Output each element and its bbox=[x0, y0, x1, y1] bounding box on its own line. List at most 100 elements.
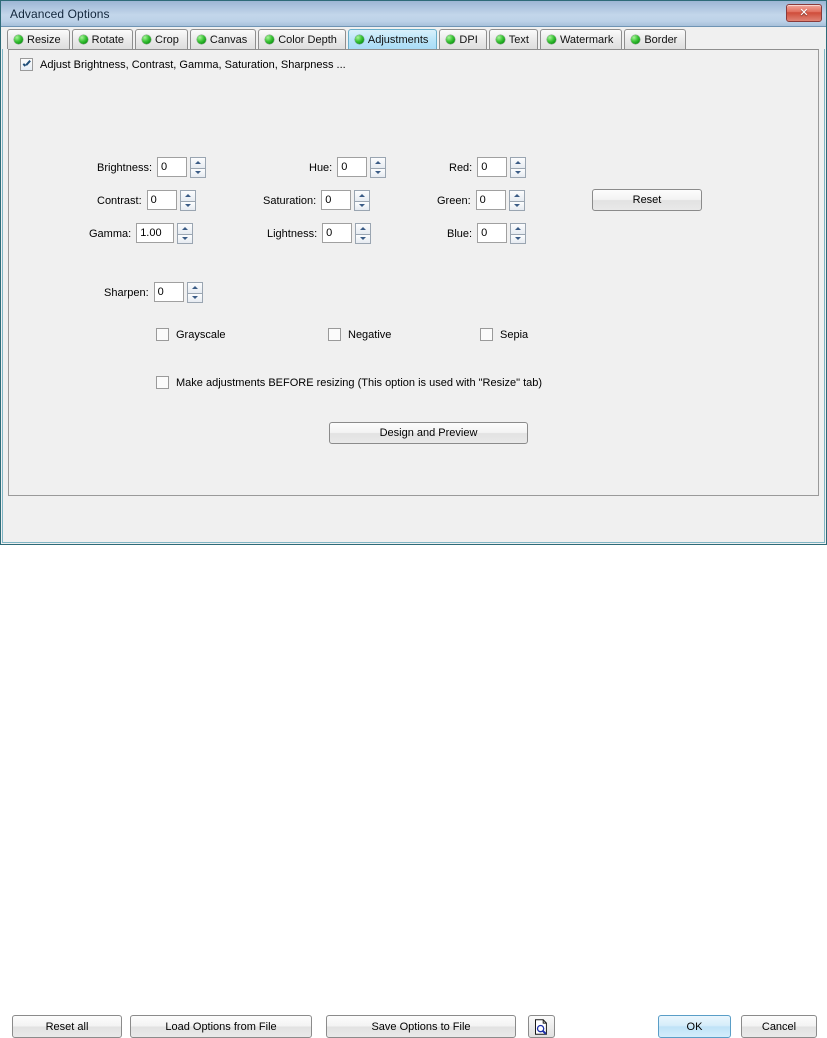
hue-input[interactable] bbox=[337, 157, 368, 177]
red-spin-down[interactable] bbox=[510, 167, 527, 178]
blue-spin-buttons[interactable] bbox=[510, 223, 527, 244]
reset-all-button[interactable]: Reset all bbox=[12, 1015, 122, 1038]
brightness-spin-down[interactable] bbox=[190, 167, 207, 178]
gamma-spin-buttons[interactable] bbox=[177, 223, 194, 244]
green-spin-down[interactable] bbox=[508, 200, 525, 211]
contrast-spin-up[interactable] bbox=[179, 190, 196, 201]
tab-label: Color Depth bbox=[278, 33, 337, 46]
tab-rotate[interactable]: Rotate bbox=[71, 29, 134, 49]
saturation-spin-down[interactable] bbox=[354, 200, 371, 211]
contrast-spin-buttons[interactable] bbox=[179, 190, 196, 211]
tab-watermark[interactable]: Watermark bbox=[539, 29, 623, 49]
red-input[interactable] bbox=[477, 157, 508, 177]
hue-spin-down[interactable] bbox=[370, 167, 387, 178]
field-blue: Blue: bbox=[447, 223, 527, 244]
sepia-label: Sepia bbox=[500, 328, 529, 341]
tab-border[interactable]: Border bbox=[624, 29, 687, 49]
cancel-button[interactable]: Cancel bbox=[741, 1015, 817, 1038]
lightness-spin-up[interactable] bbox=[355, 223, 372, 234]
brightness-spin-buttons[interactable] bbox=[190, 157, 207, 178]
tab-text[interactable]: Text bbox=[488, 29, 538, 49]
saturation-spin-buttons[interactable] bbox=[354, 190, 371, 211]
negative-row[interactable]: Negative bbox=[328, 328, 391, 341]
field-contrast: Contrast: bbox=[97, 190, 196, 211]
field-green-label: Green: bbox=[437, 194, 471, 207]
sharpen-spin-buttons[interactable] bbox=[186, 282, 203, 303]
contrast-input[interactable] bbox=[146, 190, 177, 210]
close-button[interactable]: ✕ bbox=[786, 4, 822, 22]
status-dot-icon bbox=[78, 35, 88, 44]
hue-spinner[interactable] bbox=[337, 157, 387, 178]
blue-spin-up[interactable] bbox=[510, 223, 527, 234]
saturation-spin-up[interactable] bbox=[354, 190, 371, 201]
tab-adjustments[interactable]: Adjustments bbox=[347, 29, 438, 49]
red-spinner[interactable] bbox=[477, 157, 527, 178]
saturation-input[interactable] bbox=[321, 190, 352, 210]
tab-label: Watermark bbox=[559, 33, 614, 46]
sepia-row[interactable]: Sepia bbox=[480, 328, 528, 341]
negative-checkbox[interactable] bbox=[328, 328, 341, 341]
green-spin-buttons[interactable] bbox=[508, 190, 525, 211]
brightness-spinner[interactable] bbox=[157, 157, 207, 178]
gamma-spin-up[interactable] bbox=[177, 223, 194, 234]
green-input[interactable] bbox=[475, 190, 506, 210]
hue-spin-buttons[interactable] bbox=[370, 157, 387, 178]
tab-resize[interactable]: Resize bbox=[7, 29, 70, 49]
field-hue-label: Hue: bbox=[309, 161, 333, 174]
field-brightness: Brightness: bbox=[97, 157, 207, 178]
title-bar: Advanced Options ✕ bbox=[1, 1, 826, 27]
load-options-from-file-button[interactable]: Load Options from File bbox=[130, 1015, 312, 1038]
gamma-spinner[interactable] bbox=[136, 223, 194, 244]
tab-label: Canvas bbox=[209, 33, 248, 46]
blue-spin-down[interactable] bbox=[510, 233, 527, 244]
tab-panel-wrap: Adjust Brightness, Contrast, Gamma, Satu… bbox=[8, 49, 819, 504]
blue-spinner[interactable] bbox=[477, 223, 527, 244]
field-blue-label: Blue: bbox=[447, 227, 473, 240]
sharpen-spinner[interactable] bbox=[153, 282, 203, 303]
save-options-to-file-button[interactable]: Save Options to File bbox=[326, 1015, 516, 1038]
tab-label: Border bbox=[644, 33, 678, 46]
status-dot-icon bbox=[631, 35, 641, 44]
tab-label: Resize bbox=[27, 33, 61, 46]
contrast-spinner[interactable] bbox=[146, 190, 196, 211]
sepia-checkbox[interactable] bbox=[480, 328, 493, 341]
lightness-input[interactable] bbox=[322, 223, 353, 243]
lightness-spin-buttons[interactable] bbox=[355, 223, 372, 244]
brightness-spin-up[interactable] bbox=[190, 157, 207, 168]
tab-dpi[interactable]: DPI bbox=[439, 29, 487, 49]
enable-adjustments-row[interactable]: Adjust Brightness, Contrast, Gamma, Satu… bbox=[20, 58, 346, 71]
grayscale-checkbox[interactable] bbox=[156, 328, 169, 341]
sharpen-spin-down[interactable] bbox=[186, 292, 203, 303]
tab-color-depth[interactable]: Color Depth bbox=[258, 29, 346, 49]
design-and-preview-button[interactable]: Design and Preview bbox=[329, 422, 528, 444]
enable-adjustments-checkbox[interactable] bbox=[20, 58, 33, 71]
grayscale-row[interactable]: Grayscale bbox=[156, 328, 226, 341]
window-title: Advanced Options bbox=[10, 6, 110, 21]
contrast-spin-down[interactable] bbox=[179, 200, 196, 211]
before-resize-checkbox[interactable] bbox=[156, 376, 169, 389]
tab-strip: Resize Rotate Crop Canvas Color Depth Adjustm… bbox=[1, 27, 826, 49]
red-spin-up[interactable] bbox=[510, 157, 527, 168]
green-spinner[interactable] bbox=[475, 190, 525, 211]
blue-input[interactable] bbox=[477, 223, 508, 243]
brightness-input[interactable] bbox=[157, 157, 188, 177]
hue-spin-up[interactable] bbox=[370, 157, 387, 168]
before-resize-row[interactable]: Make adjustments BEFORE resizing (This o… bbox=[156, 376, 542, 389]
tab-canvas[interactable]: Canvas bbox=[189, 29, 257, 49]
red-spin-buttons[interactable] bbox=[510, 157, 527, 178]
saturation-spinner[interactable] bbox=[321, 190, 371, 211]
gamma-spin-down[interactable] bbox=[177, 233, 194, 244]
field-hue: Hue: bbox=[309, 157, 387, 178]
field-lightness: Lightness: bbox=[267, 223, 372, 244]
green-spin-up[interactable] bbox=[508, 190, 525, 201]
status-dot-icon bbox=[495, 35, 505, 44]
tab-crop[interactable]: Crop bbox=[135, 29, 188, 49]
lightness-spin-down[interactable] bbox=[355, 233, 372, 244]
preview-button[interactable] bbox=[528, 1015, 555, 1038]
reset-button[interactable]: Reset bbox=[592, 189, 702, 211]
gamma-input[interactable] bbox=[136, 223, 175, 243]
ok-button[interactable]: OK bbox=[658, 1015, 731, 1038]
sharpen-input[interactable] bbox=[153, 282, 184, 302]
lightness-spinner[interactable] bbox=[322, 223, 372, 244]
sharpen-spin-up[interactable] bbox=[186, 282, 203, 293]
